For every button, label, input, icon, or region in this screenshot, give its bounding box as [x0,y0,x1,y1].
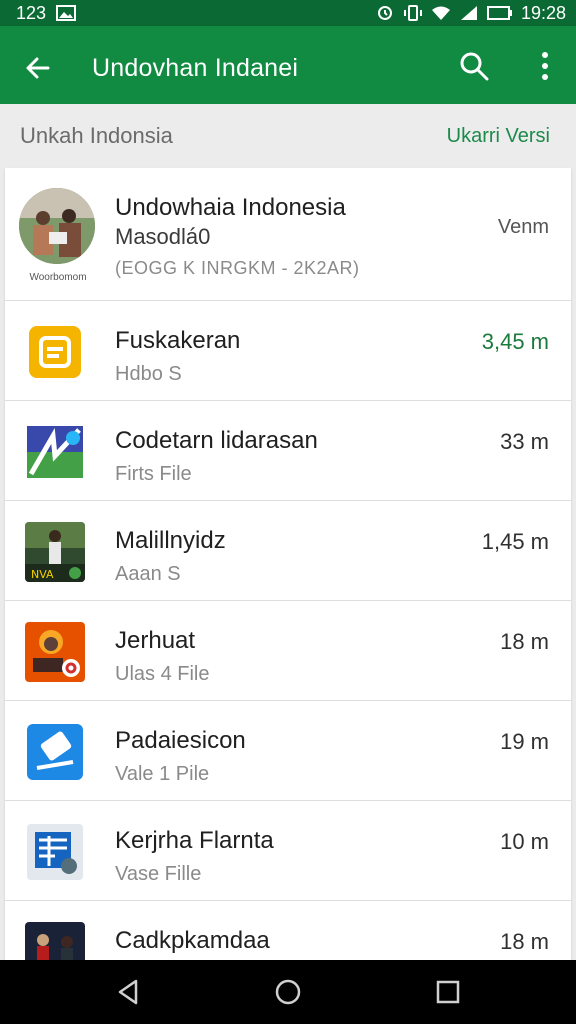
list-item[interactable]: Codetarn lidarasan Firts File 33 m [5,401,571,501]
item-subtitle: Vale 1 Pile [115,763,210,785]
app-bar: Undovhan Indanei [0,26,576,104]
avatar [19,188,95,264]
item-title: Jerhuat [115,627,196,654]
list-item[interactable]: NVA Malillnyidz Aaan S 1,45 m [5,501,571,601]
list-item[interactable]: Padaiesicon Vale 1 Pile 19 m [5,701,571,801]
nav-back-icon[interactable] [114,977,144,1007]
app-icon-yellow [25,322,85,382]
app-icon-document [25,822,85,882]
alarm-icon [377,6,392,20]
item-meta: (EOGG K INRGKM - 2K2AR) [115,258,360,278]
more-vert-icon[interactable] [536,49,554,83]
navigation-bar [0,960,576,1024]
wifi-icon [431,6,450,20]
item-size: 19 m [500,729,549,754]
item-size: 1,45 m [481,529,549,554]
item-title: Undowhaia Indonesia [115,194,346,221]
app-icon-photo: NVA [25,522,85,582]
item-subtitle: Ulas 4 File [115,663,210,685]
item-title: Malillnyidz [115,527,226,554]
file-list: Woorbomom Undowhaia Indonesia Masodlá0 (… [5,168,571,960]
item-title: Codetarn lidarasan [115,427,318,454]
item-action[interactable]: Venm [498,216,549,239]
item-subtitle: Aaan S [115,563,181,585]
item-title: Padaiesicon [115,727,246,754]
section-header: Unkah Indonsia Ukarri Versi [0,104,576,168]
svg-text:NVA: NVA [31,568,54,581]
battery-icon [486,6,512,20]
item-subtitle: Masodlá0 [115,224,211,249]
list-item[interactable]: Jerhuat Ulas 4 File 18 m [5,601,571,701]
status-time-left: 123 [16,2,47,23]
app-icon-people [25,922,85,960]
section-title: Unkah Indonsia [20,123,173,148]
status-time-right: 19:28 [520,2,566,23]
page-title: Undovhan Indanei [92,54,299,82]
item-title: Kerjrha Flarnta [115,827,274,854]
version-link[interactable]: Ukarri Versi [447,125,550,148]
search-icon[interactable] [459,51,489,81]
item-subtitle: Firts File [115,463,192,485]
item-size: 18 m [500,929,549,954]
item-size: 10 m [500,829,549,854]
arrow-back-icon[interactable] [22,52,54,84]
app-icon-blue [25,722,85,782]
status-bar: 123 19:28 [0,0,576,26]
item-size: 33 m [500,429,549,454]
list-item[interactable]: Kerjrha Flarnta Vase Fille 10 m [5,801,571,901]
signal-icon [460,6,477,20]
item-title: Cadkpkamdaa [115,927,270,954]
image-notification-icon [56,5,77,21]
vibrate-icon [403,5,422,21]
nav-home-icon[interactable] [273,977,303,1007]
item-subtitle: Hdbo S [115,363,182,385]
list-item[interactable]: Cadkpkamdaa 18 m [5,901,571,960]
item-size: 3,45 m [481,329,549,354]
avatar-caption: Woorbomom [29,272,87,283]
item-title: Fuskakeran [115,327,241,354]
item-size: 18 m [500,629,549,654]
app-icon-chart [25,422,85,482]
featured-item[interactable]: Woorbomom Undowhaia Indonesia Masodlá0 (… [5,168,571,301]
item-subtitle: Vase Fille [115,863,202,885]
nav-recents-icon[interactable] [433,977,463,1007]
app-icon-poster [25,622,85,682]
list-item[interactable]: Fuskakeran Hdbo S 3,45 m [5,301,571,401]
